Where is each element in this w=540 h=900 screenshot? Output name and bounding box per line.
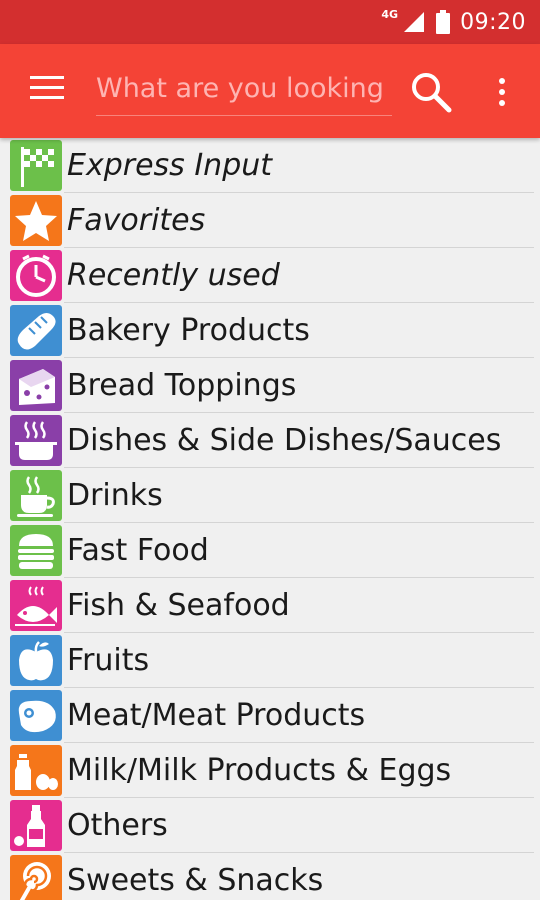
category-label: Sweets & Snacks	[67, 863, 324, 898]
toolbar	[0, 44, 540, 138]
category-item[interactable]: Bakery Products	[0, 303, 540, 358]
category-item[interactable]: Milk/Milk Products & Eggs	[0, 743, 540, 798]
star-icon	[10, 195, 62, 246]
bottle-icon	[10, 800, 62, 851]
menu-icon[interactable]	[30, 76, 66, 106]
category-item[interactable]: Fast Food	[0, 523, 540, 578]
cheese-icon	[10, 360, 62, 411]
category-label: Dishes & Side Dishes/Sauces	[67, 423, 502, 458]
pot-icon	[10, 415, 62, 466]
category-label: Drinks	[67, 478, 163, 513]
battery-icon	[436, 10, 451, 34]
category-label: Milk/Milk Products & Eggs	[67, 753, 452, 788]
category-label: Bakery Products	[67, 313, 310, 348]
signal-icon	[404, 12, 425, 32]
category-label: Express Input	[67, 148, 273, 183]
category-item[interactable]: Meat/Meat Products	[0, 688, 540, 743]
category-item[interactable]: Fish & Seafood	[0, 578, 540, 633]
search-icon[interactable]	[409, 70, 453, 114]
cup-icon	[10, 470, 62, 521]
category-list: Express Input Favorites Recently used Baker…	[0, 138, 540, 900]
more-options-icon[interactable]	[488, 72, 516, 112]
category-label: Fish & Seafood	[67, 588, 290, 623]
clock-time: 09:20	[460, 9, 526, 35]
category-item[interactable]: Recently used	[0, 248, 540, 303]
category-item[interactable]: Favorites	[0, 193, 540, 248]
fish-icon	[10, 580, 62, 631]
apple-icon	[10, 635, 62, 686]
category-label: Favorites	[67, 203, 206, 238]
search-field	[96, 66, 392, 116]
status-bar: 4G 09:20	[0, 0, 540, 44]
category-label: Others	[67, 808, 168, 843]
milk-icon	[10, 745, 62, 796]
search-input[interactable]	[96, 66, 392, 110]
steak-icon	[10, 690, 62, 741]
category-label: Meat/Meat Products	[67, 698, 366, 733]
category-item[interactable]: Express Input	[0, 138, 540, 193]
category-item[interactable]: Drinks	[0, 468, 540, 523]
category-label: Bread Toppings	[67, 368, 297, 403]
category-label: Fast Food	[67, 533, 209, 568]
clock-icon	[10, 250, 62, 301]
flag-icon	[10, 140, 62, 191]
category-item[interactable]: Bread Toppings	[0, 358, 540, 413]
lollipop-icon	[10, 855, 62, 900]
category-item[interactable]: Others	[0, 798, 540, 853]
category-item[interactable]: Sweets & Snacks	[0, 853, 540, 900]
category-item[interactable]: Dishes & Side Dishes/Sauces	[0, 413, 540, 468]
category-item[interactable]: Fruits	[0, 633, 540, 688]
burger-icon	[10, 525, 62, 576]
category-label: Fruits	[67, 643, 150, 678]
bread-icon	[10, 305, 62, 356]
category-label: Recently used	[67, 258, 280, 293]
network-type: 4G	[381, 7, 399, 21]
